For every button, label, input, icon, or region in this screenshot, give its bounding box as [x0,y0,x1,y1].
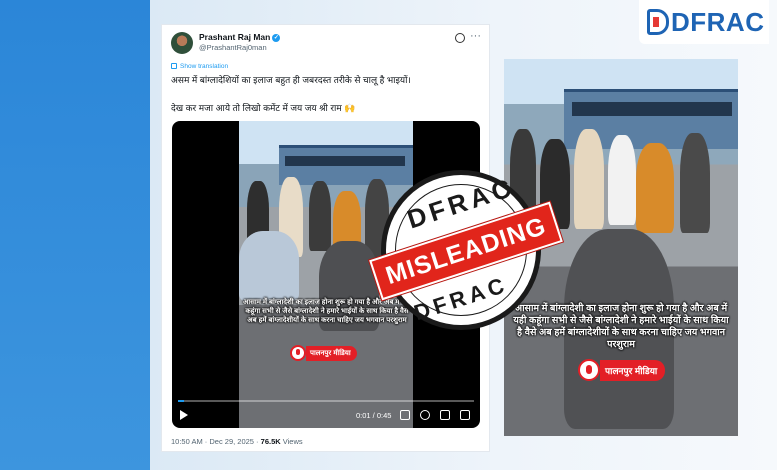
bus-windows [285,156,405,166]
views-count: 76.5K [260,437,281,446]
video-progress-bar[interactable] [178,400,474,402]
dfrac-logo-icon [647,9,669,35]
tweet-meta: 10:50 AM · Dec 29, 2025 · 76.5K Views [171,437,303,446]
grok-icon[interactable] [455,33,465,43]
fullscreen-icon[interactable] [460,410,470,420]
image-media-badge: पालनपुर मीडिया [578,359,666,381]
person-shape [608,135,636,225]
video-progress-fill [178,400,184,402]
image-media-badge-label: पालनपुर मीडिया [600,359,666,381]
tweet-timestamp[interactable]: 10:50 AM · Dec 29, 2025 · [171,437,259,446]
bus-windows [572,102,732,116]
views-label: Views [282,437,303,446]
tweet-text-line-2: देख कर मजा आये तो लिखो कमेंट में जय जय श… [171,103,356,113]
show-translation-label[interactable]: Show translation [180,63,228,70]
play-icon[interactable] [180,410,188,420]
microphone-icon [290,345,306,361]
volume-icon[interactable] [400,410,410,420]
picture-in-picture-icon[interactable] [440,410,450,420]
author-name-text[interactable]: Prashant Raj Man [199,32,270,42]
author-handle[interactable]: @PrashantRaj0man [199,43,267,52]
settings-icon[interactable] [420,410,430,420]
person-shape [239,231,299,301]
video-time: 0:01 / 0:45 [356,411,392,420]
person-shape [309,181,331,251]
image-overlay-text: आसाम में बांग्लादेशी का इलाज होना शुरू ह… [513,303,729,350]
more-options-icon[interactable]: ··· [470,30,481,42]
microphone-icon [578,359,600,381]
show-translation-link[interactable]: Show translation [171,63,228,70]
background-left-panel [0,0,150,470]
translate-icon [171,63,177,70]
misleading-stamp: DFRAC DFRAC MISLEADING [369,170,563,330]
media-badge-label: पालनपुर मीडिया [306,345,357,361]
video-controls: 0:01 / 0:45 [172,396,480,428]
person-shape [574,129,604,229]
author-name[interactable]: Prashant Raj Man ✓ [199,32,281,42]
avatar[interactable] [171,32,193,54]
verified-icon: ✓ [272,33,281,42]
person-shape [680,133,710,233]
dfrac-logo-text: DFRAC [671,6,765,37]
person-shape [636,143,674,233]
tweet-text-line-1: असम में बांग्लादेशियों का इलाज बहुत ही ज… [171,75,411,85]
media-badge: पालनपुर मीडिया [290,345,357,361]
dfrac-logo: DFRAC [639,0,769,44]
